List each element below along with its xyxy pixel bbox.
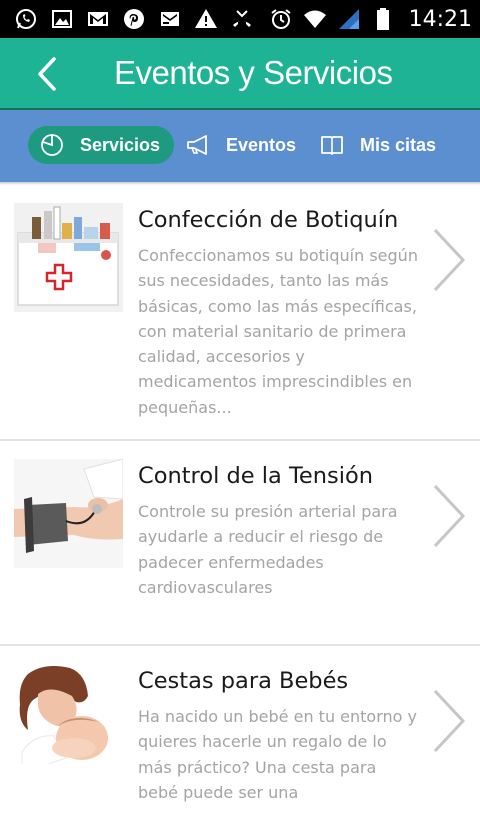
back-arrow-icon <box>38 57 56 91</box>
tab-label: Eventos <box>226 134 297 155</box>
tab-bar: Servicios Eventos Mis citas <box>0 110 480 182</box>
tab-eventos[interactable]: Eventos <box>186 126 296 164</box>
pinterest-icon <box>122 7 146 31</box>
pie-chart-icon <box>40 133 64 157</box>
book-icon <box>320 133 344 157</box>
item-title: Cestas para Bebés <box>138 668 349 694</box>
list-item[interactable]: Control de la Tensión Controle su presió… <box>0 441 480 646</box>
first-aid-kit-image <box>14 203 123 312</box>
signal-icon <box>337 7 361 31</box>
tab-mis-citas[interactable]: Mis citas <box>320 126 436 164</box>
list-item[interactable]: Confección de Botiquín Confeccionamos su… <box>0 185 480 441</box>
image-icon <box>50 7 74 31</box>
tab-label: Mis citas <box>360 134 437 155</box>
notification-icons <box>14 7 254 31</box>
system-icons: 14:21 <box>269 6 472 32</box>
item-title: Confección de Botiquín <box>138 207 399 233</box>
item-description: Controle su presión arterial para ayudar… <box>138 502 398 597</box>
page-title: Eventos y Servicios <box>114 54 393 91</box>
clock: 14:21 <box>408 6 472 32</box>
item-description: Confeccionamos su botiquín según sus nec… <box>138 246 418 417</box>
gmail-icon <box>86 7 110 31</box>
tab-label: Servicios <box>80 134 161 155</box>
services-list: Confección de Botiquín Confeccionamos su… <box>0 185 480 816</box>
missed-call-icon <box>230 7 254 31</box>
mail-icon <box>158 7 182 31</box>
chevron-right-icon <box>432 688 466 754</box>
list-item[interactable]: Cestas para Bebés Ha nacido un bebé en t… <box>0 646 480 816</box>
app-header: Eventos y Servicios <box>0 38 480 108</box>
wifi-icon <box>303 7 327 31</box>
alarm-icon <box>269 7 293 31</box>
item-description: Ha nacido un bebé en tu entorno y quiere… <box>138 707 417 802</box>
whatsapp-icon <box>14 7 38 31</box>
mother-baby-image <box>14 664 123 773</box>
back-button[interactable] <box>30 54 70 94</box>
status-bar: 14:21 <box>0 0 480 38</box>
tab-servicios[interactable]: Servicios <box>28 126 174 164</box>
battery-icon <box>371 7 395 31</box>
chevron-right-icon <box>432 483 466 549</box>
item-title: Control de la Tensión <box>138 463 373 489</box>
chevron-right-icon <box>432 227 466 293</box>
warning-icon <box>194 7 218 31</box>
blood-pressure-image <box>14 459 123 568</box>
megaphone-icon <box>186 133 210 157</box>
